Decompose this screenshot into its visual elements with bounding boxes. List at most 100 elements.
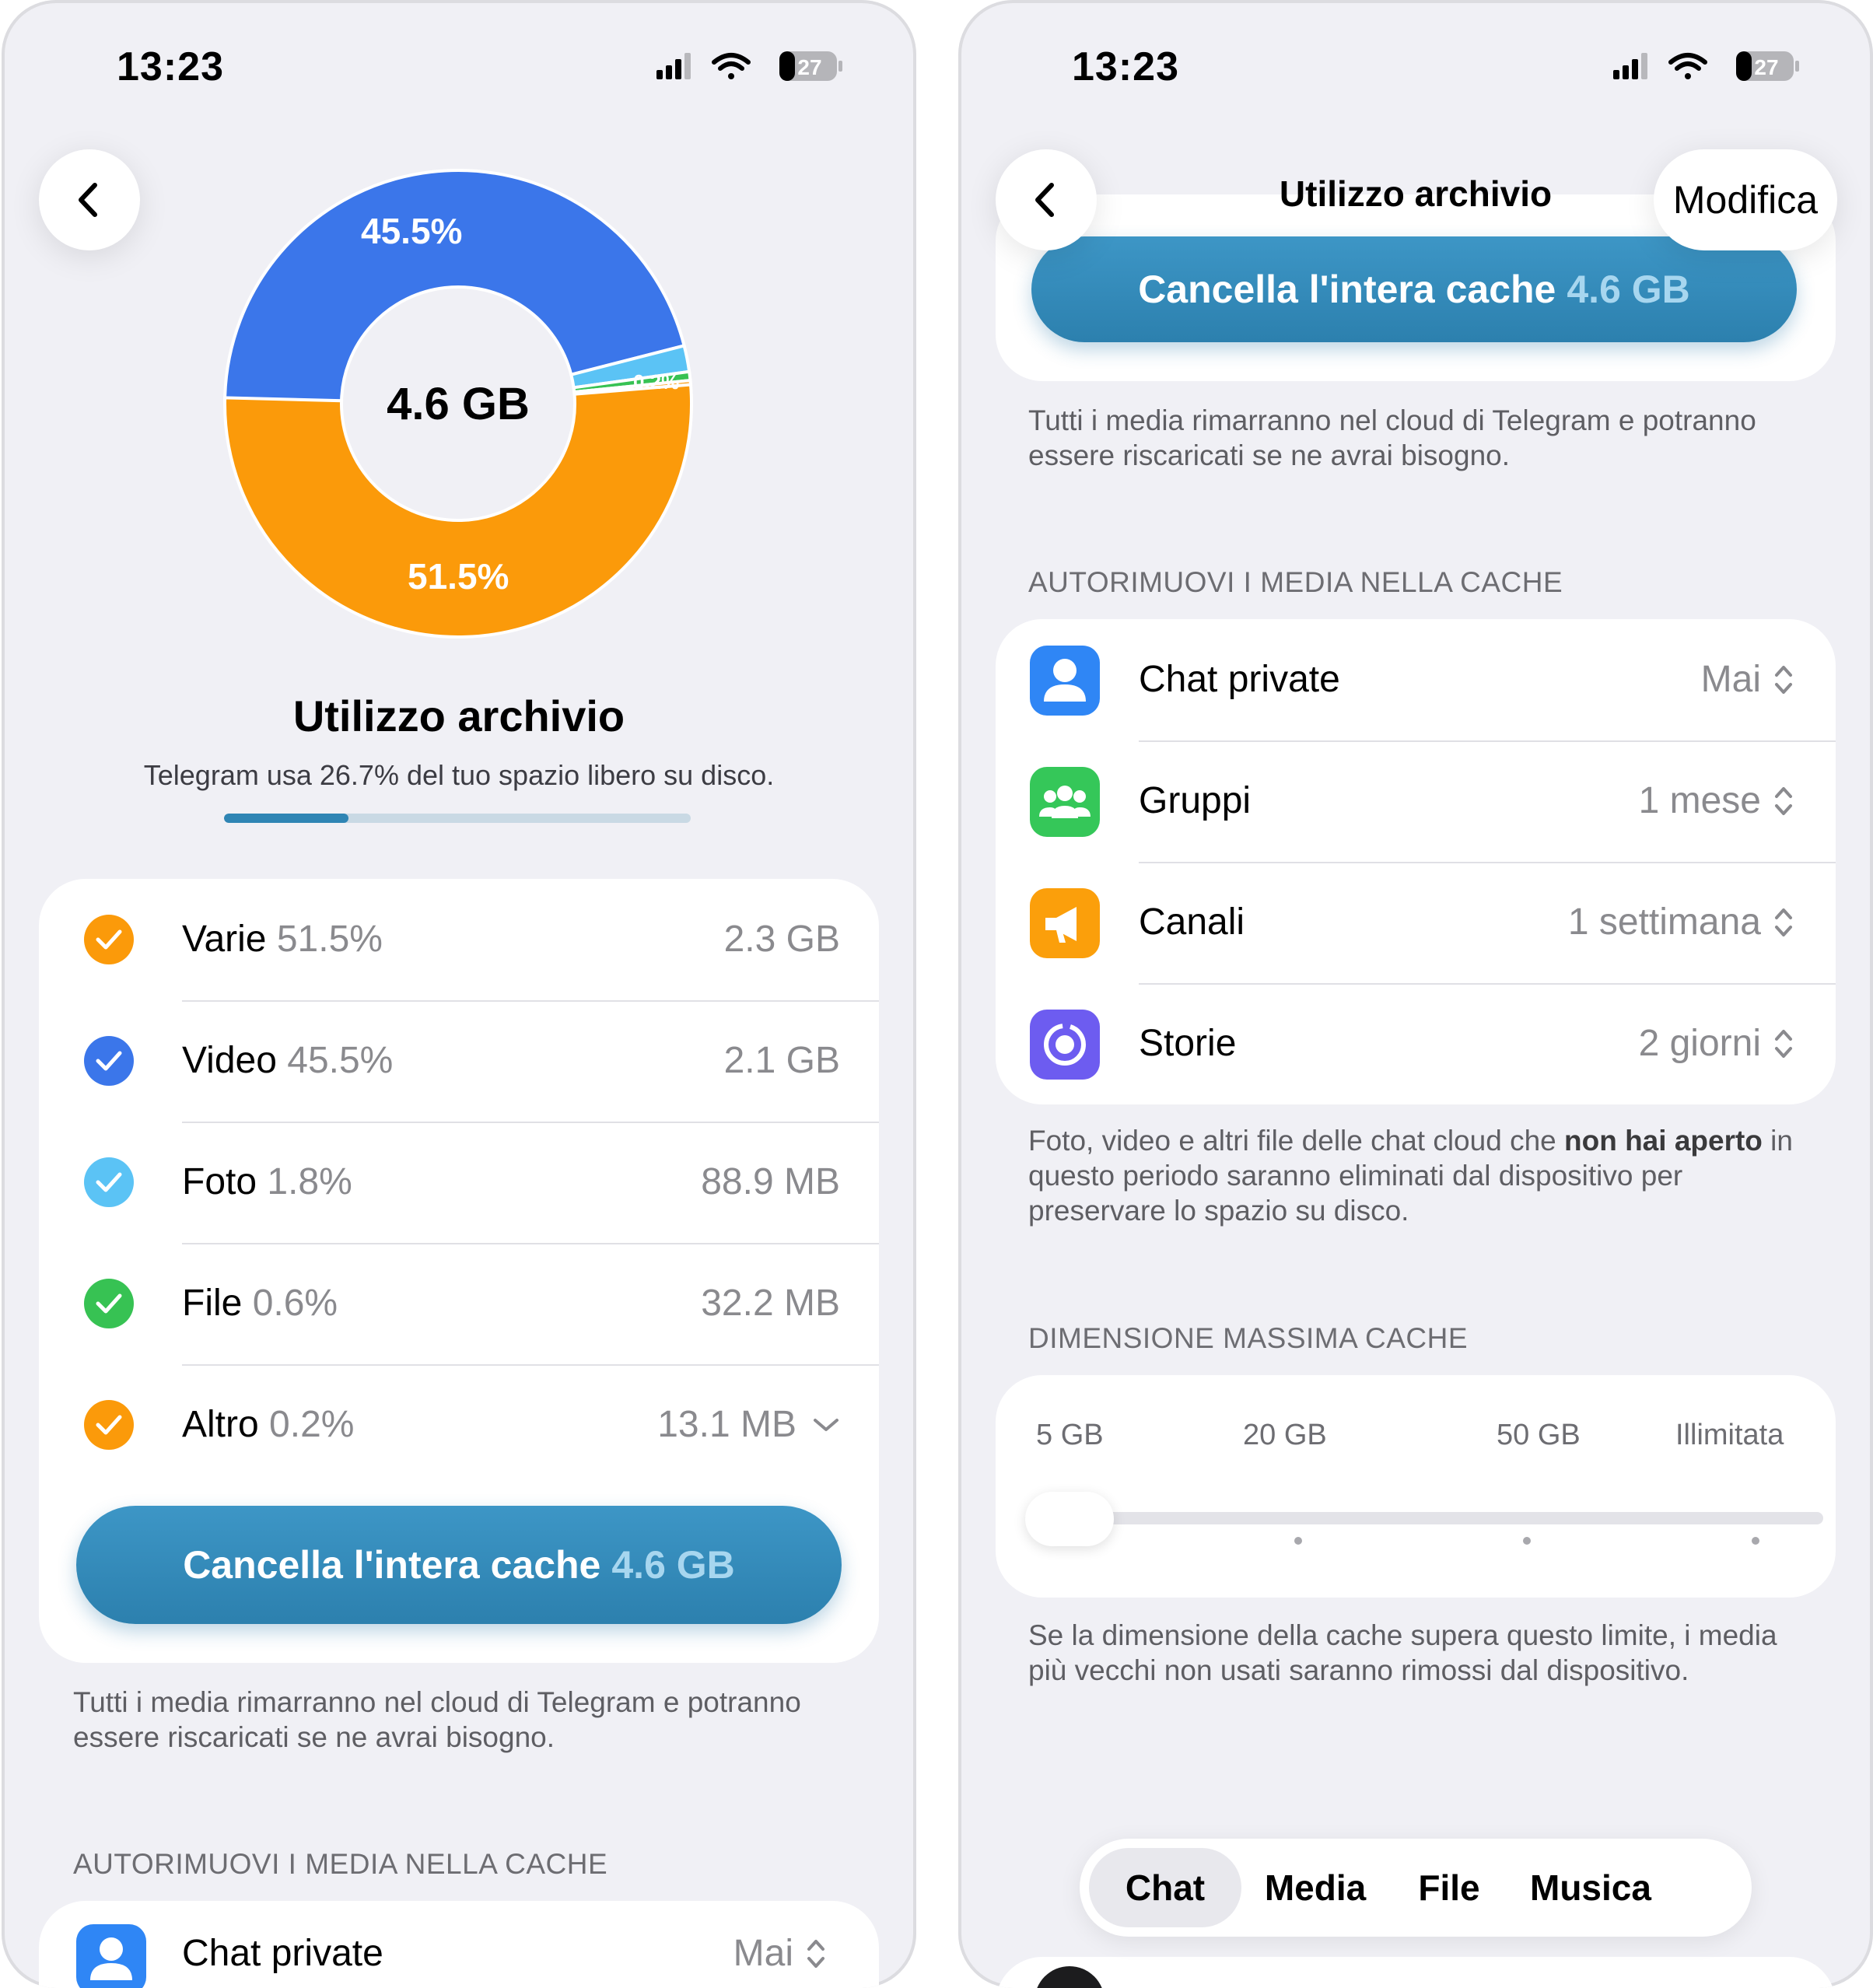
- category-row-varie[interactable]: Varie 51.5% 2.3 GB: [39, 879, 879, 1000]
- category-size: 2.3 GB: [724, 918, 840, 961]
- slider-stop-dot: [1294, 1537, 1302, 1545]
- status-time: 13:23: [1072, 44, 1179, 89]
- category-percent: 45.5%: [287, 1040, 394, 1081]
- max-cache-slider-track[interactable]: [1025, 1512, 1823, 1524]
- autoremove-value: 2 giorni: [1639, 1022, 1794, 1065]
- storage-donut-chart[interactable]: 4.6 GB 45.5% 51.5% 0.2%: [221, 166, 695, 641]
- person-icon: [1030, 646, 1100, 716]
- category-size: 13.1 MB: [657, 1403, 840, 1446]
- autoremove-header: AUTORIMUOVI I MEDIA NELLA CACHE: [73, 1848, 608, 1880]
- category-label: File 0.6%: [182, 1282, 338, 1325]
- autoremove-value-text: Mai: [1700, 659, 1761, 700]
- checkmark-icon: [96, 1051, 122, 1071]
- category-size: 32.2 MB: [701, 1282, 840, 1325]
- autoremove-value: Mai: [1701, 658, 1794, 701]
- autoremove-row-chat-private[interactable]: Chat private Mai: [996, 619, 1828, 740]
- checkbox-checked[interactable]: [84, 1157, 134, 1207]
- autoremove-row-canali[interactable]: Canali 1 settimana: [996, 862, 1828, 983]
- chevron-left-icon: [79, 183, 97, 217]
- right-screen: 13:23 27 Cancella l'intera cache 4.6 GB …: [958, 0, 1873, 1988]
- category-size: 88.9 MB: [701, 1160, 840, 1203]
- clear-cache-button[interactable]: Cancella l'intera cache 4.6 GB: [76, 1506, 842, 1624]
- category-name: Foto: [182, 1161, 257, 1202]
- category-name: Altro: [182, 1404, 259, 1445]
- checkbox-checked[interactable]: [84, 1279, 134, 1328]
- tick-label-20gb: 20 GB: [1243, 1419, 1327, 1451]
- battery-icon: 27: [1736, 51, 1799, 81]
- max-cache-note: Se la dimensione della cache supera ques…: [1028, 1619, 1777, 1686]
- category-row-foto[interactable]: Foto 1.8% 88.9 MB: [39, 1122, 879, 1243]
- category-size-text: 2.1 GB: [723, 1040, 840, 1081]
- tab-chat[interactable]: Chat: [1089, 1848, 1241, 1927]
- tab-media[interactable]: Media: [1249, 1839, 1381, 1937]
- content-tab-bar: Chat Media File Musica: [1080, 1839, 1752, 1937]
- autoremove-value: 1 settimana: [1568, 901, 1794, 943]
- checkbox-checked[interactable]: [84, 1036, 134, 1086]
- autoremove-label: Chat private: [1139, 659, 1340, 700]
- autoremove-header: AUTORIMUOVI I MEDIA NELLA CACHE: [1028, 566, 1563, 598]
- category-row-file[interactable]: File 0.6% 32.2 MB: [39, 1243, 879, 1364]
- slice-label-video: 45.5%: [361, 211, 463, 251]
- category-label: Foto 1.8%: [182, 1160, 352, 1203]
- autoremove-row-private[interactable]: Chat private Mai: [39, 1901, 871, 1988]
- category-label: Varie 51.5%: [182, 918, 383, 961]
- updown-chevron-icon: [1775, 786, 1792, 815]
- clear-cache-size: 4.6 GB: [1567, 268, 1690, 311]
- autoremove-card-partial: Chat private Mai: [39, 1901, 879, 1988]
- disk-usage-fill: [224, 814, 349, 823]
- tab-file[interactable]: File: [1391, 1839, 1507, 1937]
- category-percent: 1.8%: [267, 1161, 352, 1202]
- max-cache-card: [996, 1375, 1836, 1598]
- storage-title: Utilizzo archivio: [292, 691, 625, 740]
- autoremove-row-storie[interactable]: Storie 2 giorni: [996, 983, 1828, 1104]
- status-time: 13:23: [117, 44, 224, 89]
- avatar: [1035, 1966, 1105, 1988]
- autoremove-note-bold: non hai aperto: [1564, 1125, 1763, 1157]
- group-icon: [1030, 767, 1100, 837]
- category-row-video[interactable]: Video 45.5% 2.1 GB: [39, 1000, 879, 1122]
- back-button[interactable]: [39, 149, 140, 250]
- status-icons: 27: [656, 51, 842, 81]
- slice-label-altro: 0.2%: [633, 370, 680, 394]
- clear-cache-size: 4.6 GB: [611, 1543, 735, 1587]
- signal-icon: [656, 53, 691, 79]
- list-card-partial: [996, 1957, 1836, 1988]
- max-cache-slider-knob[interactable]: [1025, 1492, 1114, 1546]
- categories-card: Varie 51.5% 2.3 GB Video 45.5% 2.1 GB Foto 1…: [39, 879, 879, 1663]
- autoremove-label: Canali: [1139, 901, 1245, 943]
- slider-stop-dot: [1752, 1537, 1759, 1545]
- clear-cache-button[interactable]: Cancella l'intera cache 4.6 GB: [1031, 236, 1797, 342]
- clear-cache-label: Cancella l'intera cache: [183, 1543, 601, 1587]
- updown-chevron-icon: [1775, 1029, 1792, 1058]
- category-size-text: 88.9 MB: [701, 1161, 840, 1202]
- clear-cache-label: Cancella l'intera cache: [1138, 268, 1556, 311]
- wifi-icon: [712, 53, 751, 79]
- tab-musica[interactable]: Musica: [1515, 1839, 1666, 1937]
- stories-icon: [1030, 1010, 1100, 1080]
- checkmark-icon: [96, 1293, 122, 1314]
- chevron-down-icon: [814, 1418, 838, 1431]
- tick-label-5gb: 5 GB: [1036, 1419, 1104, 1451]
- back-button[interactable]: [996, 149, 1097, 250]
- battery-icon: 27: [779, 51, 842, 81]
- autoremove-value: Mai: [733, 1932, 826, 1975]
- checkbox-checked[interactable]: [84, 1400, 134, 1450]
- tick-label-unlimited: Illimitata: [1675, 1419, 1784, 1451]
- checkbox-checked[interactable]: [84, 915, 134, 964]
- storage-subtitle: Telegram usa 26.7% del tuo spazio libero…: [143, 759, 775, 791]
- battery-level: 27: [797, 55, 821, 79]
- battery-level: 27: [1754, 55, 1778, 79]
- category-name: Varie: [182, 919, 267, 960]
- edit-button[interactable]: Modifica: [1654, 149, 1837, 250]
- signal-icon: [1613, 53, 1647, 79]
- autoremove-label: Gruppi: [1139, 780, 1252, 821]
- autoremove-row-gruppi[interactable]: Gruppi 1 mese: [996, 740, 1828, 862]
- autoremove-value-text: Mai: [733, 1933, 793, 1974]
- tick-label-50gb: 50 GB: [1497, 1419, 1581, 1451]
- category-name: File: [182, 1283, 243, 1324]
- max-cache-header: DIMENSIONE MASSIMA CACHE: [1028, 1322, 1469, 1354]
- category-size-text: 13.1 MB: [657, 1404, 796, 1445]
- category-row-altro[interactable]: Altro 0.2% 13.1 MB: [39, 1364, 879, 1486]
- slider-stop-dot: [1523, 1537, 1531, 1545]
- cache-footnote: Tutti i media rimarranno nel cloud di Te…: [1028, 404, 1756, 471]
